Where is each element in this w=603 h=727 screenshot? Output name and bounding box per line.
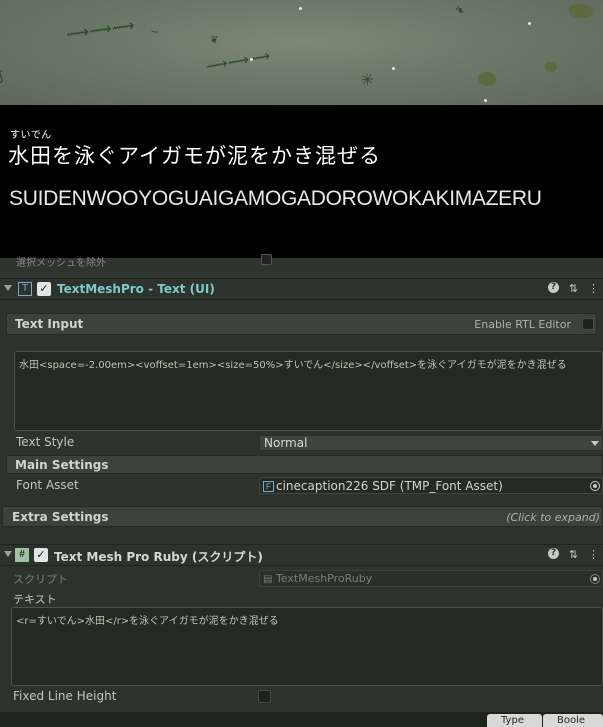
script-label: スクリプト	[13, 573, 68, 586]
extra-settings-label: Extra Settings	[12, 510, 109, 524]
script-value: TextMeshProRuby	[275, 572, 373, 585]
game-view-scene: ⟿⟿⟿ ~ ⟿⟿⟿ ❦ ✳ ❧ ⟆	[0, 0, 603, 105]
subtitle-panel	[0, 105, 603, 258]
font-asset-field[interactable]: Fcinecaption226 SDF (TMP_Font Asset)	[259, 477, 603, 494]
font-asset-icon: F	[263, 481, 274, 492]
ruby-text-field[interactable]: <r=すいでん>水田</r>を泳ぐアイガモが泥をかき混ぜる	[11, 607, 603, 686]
extra-settings-bar[interactable]: Extra Settings (Click to expand)	[2, 506, 603, 527]
chevron-down-icon	[591, 441, 599, 446]
main-settings-bar[interactable]: Main Settings	[6, 455, 603, 474]
text-input-label: Text Input	[15, 317, 84, 331]
text-input-field[interactable]: 水田<space=-2.00em><voffset=1em><size=50%>…	[14, 351, 603, 431]
text-field-label: テキスト	[13, 593, 57, 606]
preset-settings-icon[interactable]: ⇅	[568, 548, 579, 561]
pondweed-icon: ✳	[355, 68, 379, 92]
pondweed-icon: ⟿⟿⟿	[64, 15, 136, 44]
tmp-component-header[interactable]: T ✓ TextMeshPro - Text (UI) ? ⇅ ⋮	[0, 278, 603, 300]
sparkle	[528, 22, 531, 25]
sparkle	[392, 67, 395, 70]
text-component-icon: T	[18, 282, 32, 296]
bottom-toolbar: Type Boole	[0, 712, 603, 727]
japanese-caption: 水田を泳ぐアイガモが泥をかき混ぜる	[8, 144, 381, 168]
clipped-property-row: 選択メッシュを除外	[0, 254, 603, 278]
sparkle	[299, 7, 302, 10]
pondweed-icon: ❧	[452, 1, 468, 19]
script-field: ▤ TextMeshProRuby	[259, 570, 603, 587]
fixed-line-height-label: Fixed Line Height	[13, 689, 117, 703]
more-options-icon[interactable]: ⋮	[588, 282, 599, 295]
enable-rtl-checkbox[interactable]	[582, 318, 594, 330]
duck-icon	[478, 72, 496, 86]
pondweed-icon: ⟿⟿⟿	[204, 46, 272, 76]
main-settings-label: Main Settings	[15, 458, 109, 472]
text-style-dropdown[interactable]: Normal	[259, 435, 603, 451]
romaji-caption: SUIDENWOOYOGUAIGAMOGADOROWOKAKIMAZERU	[9, 187, 542, 210]
boolean-column-tab[interactable]: Boole	[543, 714, 603, 727]
preset-settings-icon[interactable]: ⇅	[568, 282, 579, 295]
clipped-property-label: 選択メッシュを除外	[16, 258, 106, 269]
font-asset-label: Font Asset	[16, 478, 79, 492]
text-style-label: Text Style	[16, 435, 75, 449]
font-asset-value: cinecaption226 SDF (TMP_Font Asset)	[276, 479, 503, 493]
help-icon[interactable]: ?	[548, 282, 559, 293]
tmp-enabled-checkbox[interactable]: ✓	[37, 282, 51, 296]
pondweed-icon: ~	[150, 25, 160, 38]
type-column-tab[interactable]: Type	[487, 714, 542, 727]
duck-icon	[545, 62, 557, 72]
text-style-value: Normal	[264, 436, 308, 450]
tmp-component-title: TextMeshPro - Text (UI)	[57, 282, 215, 296]
text-input-bar: Text Input Enable RTL Editor	[6, 313, 597, 335]
help-icon[interactable]: ?	[548, 548, 559, 559]
ruby-text: すいでん	[10, 130, 52, 141]
more-options-icon[interactable]: ⋮	[588, 548, 599, 561]
extra-settings-hint: (Click to expand)	[506, 511, 600, 524]
script-hash-icon: #	[15, 548, 29, 562]
fixed-line-height-checkbox[interactable]	[258, 690, 271, 703]
inspector-panel: 選択メッシュを除外 T ✓ TextMeshPro - Text (UI) ? …	[0, 254, 603, 727]
pondweed-icon: ⟆	[0, 70, 3, 84]
pondweed-icon: ❦	[210, 35, 219, 46]
duck-icon	[569, 4, 593, 18]
sparkle	[250, 58, 253, 61]
foldout-arrow-icon[interactable]	[4, 551, 12, 557]
foldout-arrow-icon[interactable]	[4, 285, 12, 291]
enable-rtl-label: Enable RTL Editor	[474, 318, 571, 331]
object-picker-icon[interactable]	[590, 481, 600, 491]
object-picker-icon	[590, 574, 600, 584]
ruby-component-title: Text Mesh Pro Ruby (スクリプト)	[54, 550, 263, 564]
script-file-icon: ▤	[263, 574, 273, 585]
sparkle	[484, 99, 487, 102]
ruby-component-header[interactable]: # ✓ Text Mesh Pro Ruby (スクリプト) ? ⇅ ⋮	[0, 544, 603, 566]
ruby-enabled-checkbox[interactable]: ✓	[34, 548, 48, 562]
clipped-property-checkbox[interactable]	[261, 254, 272, 265]
